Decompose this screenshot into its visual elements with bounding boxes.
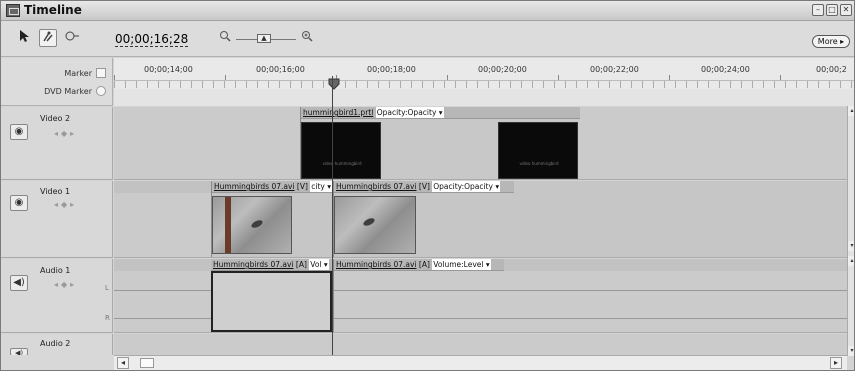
marker-icon[interactable]	[63, 29, 81, 47]
clip-thumbnail: video hummingbird	[498, 122, 578, 179]
timeline-window: Timeline – □ ✕ 00;00;16;28 ▲ More ▸ Mark…	[0, 0, 855, 371]
marker-icon[interactable]	[96, 68, 106, 78]
clip-name: hummingbird1.prtl	[303, 108, 374, 117]
track-video1[interactable]: Hummingbirds 07.avi [V] city ▾ Hummingbi…	[114, 181, 847, 258]
track-video2[interactable]: hummingbird1.prtl Opacity:Opacity ▾ vide…	[114, 107, 847, 180]
track-name: Video 2	[40, 114, 71, 123]
clip-tag: [V]	[418, 182, 430, 191]
title-bar: Timeline – □ ✕	[1, 1, 854, 21]
keyframe-nav-icon[interactable]: ◂◆▸	[54, 200, 77, 209]
scroll-up-icon[interactable]: ▴	[848, 256, 854, 266]
horizontal-scrollbar[interactable]: ◂ ▸	[114, 355, 847, 370]
track-header-video2[interactable]: Video 2 ◉ ◂◆▸	[1, 107, 113, 180]
zoom-out-icon[interactable]	[219, 30, 231, 45]
scrollbar-spacer	[1, 355, 114, 370]
ruler-time-label: 00;00;18;00	[367, 65, 416, 74]
vertical-scrollbar[interactable]: ▴ ▾ ▴ ▾	[847, 106, 854, 356]
zoom-slider-icon[interactable]: ▲	[257, 34, 271, 43]
clip-name: Hummingbirds 07.avi	[336, 260, 417, 269]
timeline-panel-icon	[6, 4, 20, 17]
dvd-marker-label: DVD Marker	[44, 87, 92, 96]
track-name: Audio 2	[40, 339, 71, 348]
clip-thumbnail	[334, 196, 416, 254]
clip-tag: [A]	[418, 260, 430, 269]
left-channel-label: L	[105, 284, 109, 292]
clip-header: Hummingbirds 07.avi [A] Vol ▾	[211, 259, 332, 271]
clip-hummingbirds-audio-a[interactable]: Hummingbirds 07.avi [A] Vol ▾	[211, 259, 332, 332]
ruler-time-label: 00;00;16;00	[256, 65, 305, 74]
effect-dropdown[interactable]: Vol ▾	[309, 259, 329, 270]
toggle-track-output-icon[interactable]: ◉	[10, 195, 28, 211]
effect-dropdown[interactable]: Opacity:Opacity ▾	[432, 181, 501, 192]
scroll-up-icon[interactable]: ▴	[848, 106, 854, 116]
clip-hummingbirds-video-b[interactable]: Hummingbirds 07.avi [V] Opacity:Opacity …	[333, 181, 847, 257]
current-timecode[interactable]: 00;00;16;28	[115, 33, 189, 47]
ruler-time-label: 00;00;14;00	[144, 65, 193, 74]
scroll-left-icon[interactable]: ◂	[117, 357, 129, 369]
effect-dropdown[interactable]: Opacity:Opacity ▾	[375, 107, 444, 118]
scroll-right-icon[interactable]: ▸	[830, 357, 842, 369]
speaker-icon[interactable]: ◀)	[10, 275, 28, 291]
scroll-down-icon[interactable]: ▾	[848, 241, 854, 251]
close-button[interactable]: ✕	[840, 4, 852, 16]
snap-icon[interactable]	[39, 29, 57, 47]
keyframe-nav-icon[interactable]: ◂◆▸	[54, 280, 77, 289]
time-ruler[interactable]: 00;00;14;00 00;00;16;00 00;00;18;00 00;0…	[114, 58, 854, 106]
minimize-button[interactable]: –	[812, 4, 824, 16]
ruler-time-label: 00;00;22;00	[590, 65, 639, 74]
work-area-bar[interactable]	[114, 89, 854, 106]
clip-tag: [A]	[295, 260, 307, 269]
playhead-line[interactable]	[332, 76, 333, 355]
clip-thumbnail	[212, 196, 292, 254]
thumbnail-caption: video hummingbird	[519, 161, 559, 166]
clip-header: Hummingbirds 07.avi [V] Opacity:Opacity …	[334, 181, 514, 193]
clip-hummingbird-title[interactable]: hummingbird1.prtl Opacity:Opacity ▾ vide…	[300, 107, 580, 179]
zoom-in-icon[interactable]	[301, 30, 313, 45]
ruler-time-label: 00;00;20;00	[478, 65, 527, 74]
ruler-minor-ticks	[114, 80, 854, 88]
thumbnail-caption: video hummingbird	[322, 161, 362, 166]
more-button[interactable]: More ▸	[812, 35, 850, 48]
clip-header: Hummingbirds 07.avi [A] Volume:Level ▾	[334, 259, 504, 271]
track-audio2[interactable]	[114, 334, 847, 355]
track-name: Audio 1	[40, 266, 71, 275]
clip-thumbnail: video hummingbird	[301, 122, 381, 179]
ruler-time-label: 00;00;24;00	[701, 65, 750, 74]
ruler-time-label: 00;00;2	[816, 65, 847, 74]
clip-name: Hummingbirds 07.avi	[214, 182, 295, 191]
clip-hummingbirds-video-a[interactable]: Hummingbirds 07.avi [V] city ▾	[211, 181, 333, 257]
dvd-marker-icon[interactable]	[96, 86, 106, 96]
clip-header: Hummingbirds 07.avi [V] city ▾	[212, 181, 333, 193]
window-title: Timeline	[24, 3, 82, 17]
track-header-audio1[interactable]: Audio 1 ◀) ◂◆▸ L R	[1, 259, 113, 333]
clip-hummingbirds-audio-b[interactable]: Hummingbirds 07.avi [A] Volume:Level ▾	[333, 259, 847, 332]
clip-name: Hummingbirds 07.avi	[213, 260, 294, 269]
scroll-thumb[interactable]	[140, 358, 154, 368]
window-controls: – □ ✕	[812, 4, 852, 16]
toggle-track-output-icon[interactable]: ◉	[10, 124, 28, 140]
track-header-audio2[interactable]: Audio 2 ◀)	[1, 334, 113, 357]
clip-header: hummingbird1.prtl Opacity:Opacity ▾	[301, 107, 580, 119]
effect-dropdown[interactable]: Volume:Level ▾	[432, 259, 491, 270]
selected-clip-outline	[211, 271, 332, 332]
playhead-icon[interactable]	[328, 78, 340, 90]
selection-arrow-icon[interactable]	[15, 29, 33, 47]
right-channel-label: R	[105, 314, 110, 322]
scroll-down-icon[interactable]: ▾	[848, 346, 854, 356]
marker-label: Marker	[64, 69, 92, 78]
maximize-button[interactable]: □	[826, 4, 838, 16]
keyframe-nav-icon[interactable]: ◂◆▸	[54, 129, 77, 138]
clip-tag: [V]	[296, 182, 308, 191]
ruler-header: Marker DVD Marker	[1, 58, 113, 106]
clip-name: Hummingbirds 07.avi	[336, 182, 417, 191]
track-name: Video 1	[40, 187, 71, 196]
effect-dropdown[interactable]: city ▾	[310, 181, 333, 192]
track-header-video1[interactable]: Video 1 ◉ ◂◆▸	[1, 181, 113, 258]
toolbar: 00;00;16;28 ▲ More ▸	[1, 21, 854, 57]
track-audio1[interactable]: Hummingbirds 07.avi [A] Vol ▾ Hummingbir…	[114, 259, 847, 333]
